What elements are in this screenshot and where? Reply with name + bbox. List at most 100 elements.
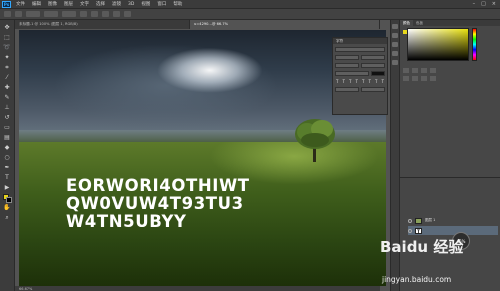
- align-left-icon[interactable]: [91, 11, 98, 17]
- brush-panel-icon[interactable]: [392, 60, 398, 65]
- eyedropper-icon[interactable]: ⁄: [3, 74, 12, 81]
- blur-tool-icon[interactable]: ◆: [3, 144, 12, 151]
- character-panel-icon[interactable]: [392, 42, 398, 47]
- window-controls: – □ ×: [473, 1, 496, 7]
- zoom-level[interactable]: 66.67%: [19, 287, 32, 291]
- adjustments-panel: [403, 68, 497, 84]
- menu-window[interactable]: 窗口: [157, 1, 166, 7]
- orientation-icon[interactable]: [15, 11, 22, 17]
- menu-filter[interactable]: 滤镜: [112, 1, 121, 7]
- font-style-select[interactable]: [44, 11, 58, 17]
- pen-tool-icon[interactable]: ✒: [3, 164, 12, 171]
- magic-wand-icon[interactable]: ✦: [3, 54, 12, 61]
- faux-bold-icon[interactable]: T: [335, 79, 340, 84]
- document-canvas[interactable]: EORWORI4OTHIWT QW0VUW4T93TU3 W4TN5UBYY: [19, 30, 386, 286]
- menu-file[interactable]: 文件: [16, 1, 25, 7]
- marquee-tool-icon[interactable]: ⬚: [3, 34, 12, 41]
- lasso-tool-icon[interactable]: ➰: [3, 44, 12, 51]
- character-panel-title[interactable]: 字符: [333, 38, 387, 44]
- photo-filter-icon[interactable]: [430, 76, 436, 81]
- crop-tool-icon[interactable]: ⌗: [3, 64, 12, 71]
- background-color-swatch[interactable]: [6, 197, 12, 203]
- layer-thumbnail: [415, 217, 422, 224]
- font-family-field[interactable]: [335, 47, 385, 52]
- menu-layer[interactable]: 图层: [64, 1, 73, 7]
- zoom-tool-icon[interactable]: ⌕: [3, 214, 12, 221]
- canvas-text-line: EORWORI4OTHIWT: [66, 176, 250, 195]
- language-field[interactable]: [335, 87, 359, 92]
- tab-color[interactable]: 颜色: [400, 20, 413, 26]
- small-caps-icon[interactable]: T: [355, 79, 360, 84]
- font-family-select[interactable]: [26, 11, 40, 17]
- superscript-icon[interactable]: T: [361, 79, 366, 84]
- exposure-icon[interactable]: [430, 68, 436, 73]
- type-tool-icon[interactable]: T: [3, 174, 12, 181]
- paragraph-panel-icon[interactable]: [392, 51, 398, 56]
- black-white-icon[interactable]: [421, 76, 427, 81]
- minimize-button[interactable]: –: [473, 1, 476, 7]
- tab-document-1[interactable]: 未标题-1 @ 100% (图层 1, RGB/8): [15, 20, 190, 29]
- menu-view[interactable]: 视图: [141, 1, 150, 7]
- kerning-field[interactable]: [335, 63, 359, 68]
- subscript-icon[interactable]: T: [368, 79, 373, 84]
- faux-italic-icon[interactable]: T: [342, 79, 347, 84]
- underline-icon[interactable]: T: [374, 79, 379, 84]
- strikethrough-icon[interactable]: T: [381, 79, 386, 84]
- healing-brush-icon[interactable]: ✚: [3, 84, 12, 91]
- scale-field[interactable]: [335, 71, 369, 76]
- toolbox: ✥ ⬚ ➰ ✦ ⌗ ⁄ ✚ ✎ ⊥ ↺ ▭ ▤ ◆ ○ ✒ T ▶ ▢ ✋ ⌕: [0, 20, 15, 291]
- path-select-icon[interactable]: ▶: [3, 184, 12, 191]
- curves-icon[interactable]: [421, 68, 427, 73]
- tool-preset-icon[interactable]: [4, 11, 11, 17]
- levels-icon[interactable]: [412, 68, 418, 73]
- font-size-select[interactable]: [62, 11, 76, 17]
- tracking-field[interactable]: [361, 63, 385, 68]
- text-color-swatch[interactable]: [124, 11, 131, 17]
- all-caps-icon[interactable]: T: [348, 79, 353, 84]
- brightness-icon[interactable]: [403, 68, 409, 73]
- properties-panel-icon[interactable]: [392, 33, 398, 38]
- leading-field[interactable]: [361, 55, 385, 60]
- anti-alias-field[interactable]: [361, 87, 385, 92]
- hue-slider[interactable]: [472, 28, 477, 61]
- text-color-field[interactable]: [371, 71, 385, 76]
- canvas-text-layer[interactable]: EORWORI4OTHIWT QW0VUW4T93TU3 W4TN5UBYY: [66, 177, 250, 231]
- menu-type[interactable]: 文字: [80, 1, 89, 7]
- anti-alias-icon[interactable]: [80, 11, 87, 17]
- layer-row-selected[interactable]: T: [408, 226, 498, 235]
- eraser-tool-icon[interactable]: ▭: [3, 124, 12, 131]
- brush-tool-icon[interactable]: ✎: [3, 94, 12, 101]
- menu-3d[interactable]: 3D: [128, 2, 134, 7]
- hue-saturation-icon[interactable]: [403, 76, 409, 81]
- tab-swatches[interactable]: 色板: [413, 20, 426, 26]
- document-tabs: 未标题-1 @ 100% (图层 1, RGB/8) u=4290...@ 66…: [15, 20, 380, 29]
- hand-tool-icon[interactable]: ✋: [3, 204, 12, 211]
- layer-row[interactable]: 图层 1: [408, 216, 498, 225]
- menu-edit[interactable]: 编辑: [32, 1, 41, 7]
- history-panel-icon[interactable]: [392, 24, 398, 29]
- history-brush-icon[interactable]: ↺: [3, 114, 12, 121]
- dodge-tool-icon[interactable]: ○: [3, 154, 12, 161]
- watermark-brand: Baidu 经验: [380, 238, 464, 256]
- watermark-url: jingyan.baidu.com: [382, 275, 452, 284]
- gradient-tool-icon[interactable]: ▤: [3, 134, 12, 141]
- align-right-icon[interactable]: [113, 11, 120, 17]
- menu-bar: Ps 文件 编辑 图像 图层 文字 选择 滤镜 3D 视图 窗口 帮助 – □ …: [0, 0, 500, 9]
- move-tool-icon[interactable]: ✥: [3, 24, 12, 31]
- maximize-button[interactable]: □: [481, 1, 486, 7]
- eye-icon[interactable]: [408, 218, 412, 223]
- color-balance-icon[interactable]: [412, 76, 418, 81]
- menu-image[interactable]: 图像: [48, 1, 57, 7]
- close-button[interactable]: ×: [492, 1, 496, 7]
- menu-select[interactable]: 选择: [96, 1, 105, 7]
- font-size-field[interactable]: [335, 55, 359, 60]
- align-center-icon[interactable]: [102, 11, 109, 17]
- photoshop-logo: Ps: [2, 1, 11, 8]
- stamp-tool-icon[interactable]: ⊥: [3, 104, 12, 111]
- menu-help[interactable]: 帮助: [173, 1, 182, 7]
- tree-image: [295, 119, 335, 162]
- color-picker-field[interactable]: [407, 28, 469, 61]
- eye-icon[interactable]: [408, 228, 412, 233]
- tab-document-2[interactable]: u=4290...@ 66.7%: [190, 20, 380, 29]
- status-bar: 66.67%: [15, 286, 380, 291]
